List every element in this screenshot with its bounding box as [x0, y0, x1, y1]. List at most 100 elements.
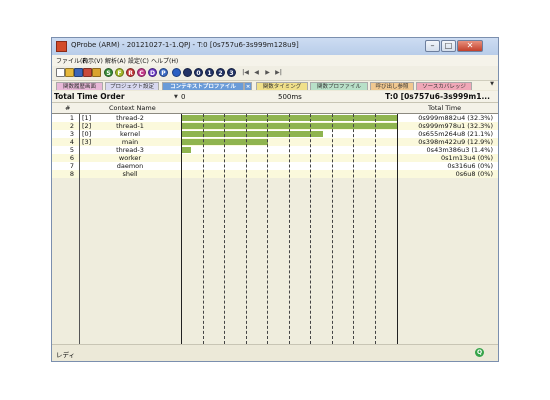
col-header-num[interactable]: #	[65, 104, 70, 112]
toolbar-c-button[interactable]: C	[137, 68, 146, 77]
tab-4[interactable]: 関数タイミング	[256, 82, 308, 90]
total-time-value: 0s1m13u4 (0%)	[441, 154, 493, 162]
column-divider	[79, 114, 80, 344]
row-index: [3]	[82, 138, 92, 146]
row-number: 1	[69, 114, 74, 122]
table-row[interactable]: 2 [2] thread-1 0s999m978u1 (32.3%)	[52, 122, 498, 130]
row-number: 8	[69, 170, 74, 178]
next-icon[interactable]: ▶	[263, 68, 272, 77]
context-name: thread-1	[116, 122, 144, 130]
window-title: QProbe (ARM) - 20121027-1-1.QPJ - T:0 [0…	[71, 41, 299, 49]
total-time-value: 0s999m978u1 (32.3%)	[418, 122, 493, 130]
chevron-down-icon[interactable]: ▼	[174, 94, 178, 100]
time-gridline	[353, 114, 354, 344]
table-row[interactable]: 5 thread-3 0s43m386u3 (1.4%)	[52, 146, 498, 154]
maximize-button[interactable]: □	[441, 40, 456, 52]
total-time-range: T:0 [0s757u6-3s999m1...	[385, 92, 490, 101]
tab-0[interactable]: 関数履歴画面	[56, 82, 103, 90]
lock-icon[interactable]	[92, 68, 101, 77]
profile-grid: 1 [1] thread-2 0s999m882u4 (32.3%) 2 [2] threa…	[52, 114, 498, 344]
status-bar: レディ Q	[52, 344, 498, 361]
toolbar: S F R C D P 0 1 2 3 |◀ ◀ ▶ ▶|	[52, 66, 498, 81]
time-bar	[182, 147, 192, 153]
row-number: 7	[69, 162, 74, 170]
save-icon[interactable]	[74, 68, 83, 77]
tab-7[interactable]: ソースカバレッジ	[416, 82, 472, 90]
close-tab-icon[interactable]: ×	[244, 82, 252, 90]
stop-icon[interactable]	[183, 68, 192, 77]
row-index: [2]	[82, 122, 92, 130]
toolbar-s-button[interactable]: S	[104, 68, 113, 77]
context-name: shell	[122, 170, 138, 178]
status-indicator-icon: Q	[475, 348, 484, 357]
column-divider	[181, 114, 182, 344]
first-icon[interactable]: |◀	[241, 68, 250, 77]
close-button[interactable]: ✕	[457, 40, 483, 52]
menu-analyze[interactable]: 解析(A)	[105, 56, 126, 65]
title-bar[interactable]: QProbe (ARM) - 20121027-1-1.QPJ - T:0 [0…	[52, 38, 498, 55]
tab-scroll-icon[interactable]: ▼	[490, 81, 494, 87]
row-number: 4	[69, 138, 74, 146]
time-gridline	[332, 114, 333, 344]
table-row[interactable]: 8 shell 0s6u8 (0%)	[52, 170, 498, 178]
time-bar	[182, 123, 398, 129]
view-header: Total Time Order ▼ 0 500ms T:0 [0s757u6-…	[52, 91, 498, 103]
toolbar-d-button[interactable]: D	[148, 68, 157, 77]
context-name: daemon	[116, 162, 144, 170]
row-index: [0]	[82, 130, 92, 138]
col-header-context[interactable]: Context Name	[109, 104, 156, 112]
total-time-value: 0s655m264u8 (21.1%)	[418, 130, 493, 138]
tab-2[interactable]: コンテキストプロファイル	[162, 82, 244, 90]
toolbar-1-button[interactable]: 1	[205, 68, 214, 77]
menu-settings[interactable]: 設定(C)	[128, 56, 149, 65]
toolbar-0-button[interactable]: 0	[194, 68, 203, 77]
tab-1[interactable]: プロジェクト設定	[105, 82, 159, 90]
time-gridline	[267, 114, 268, 344]
row-number: 2	[69, 122, 74, 130]
total-time-value: 0s316u6 (0%)	[447, 162, 493, 170]
context-profile-view: Total Time Order ▼ 0 500ms T:0 [0s757u6-…	[52, 91, 498, 344]
total-time-value: 0s398m422u9 (12.9%)	[418, 138, 493, 146]
row-number: 6	[69, 154, 74, 162]
new-doc-icon[interactable]	[56, 68, 65, 77]
toolbar-p-button[interactable]: P	[159, 68, 168, 77]
table-row[interactable]: 4 [3] main 0s398m422u9 (12.9%)	[52, 138, 498, 146]
menu-view[interactable]: 表示(V)	[82, 56, 103, 65]
menu-bar: ファイル(F) 表示(V) 解析(A) 設定(C) ヘルプ(H)	[52, 55, 498, 66]
column-header: # Context Name Total Time	[52, 103, 498, 114]
minimize-button[interactable]: –	[425, 40, 440, 52]
tab-5[interactable]: 関数プロファイル	[310, 82, 368, 90]
toolbar-r-button[interactable]: R	[126, 68, 135, 77]
open-folder-icon[interactable]	[65, 68, 74, 77]
last-icon[interactable]: ▶|	[274, 68, 283, 77]
total-time-value: 0s6u8 (0%)	[455, 170, 493, 178]
prev-icon[interactable]: ◀	[252, 68, 261, 77]
row-index: [1]	[82, 114, 92, 122]
time-scale-mid: 500ms	[278, 93, 302, 101]
order-dropdown[interactable]: Total Time Order	[54, 92, 180, 101]
context-name: thread-3	[116, 146, 144, 154]
table-row[interactable]: 3 [0] kernel 0s655m264u8 (21.1%)	[52, 130, 498, 138]
time-bar	[182, 115, 398, 121]
app-window: QProbe (ARM) - 20121027-1-1.QPJ - T:0 [0…	[51, 37, 499, 362]
context-name: main	[121, 138, 139, 146]
tab-6[interactable]: 呼び出し参照	[370, 82, 414, 90]
chart-icon[interactable]	[83, 68, 92, 77]
table-row[interactable]: 7 daemon 0s316u6 (0%)	[52, 162, 498, 170]
col-header-total[interactable]: Total Time	[428, 104, 461, 112]
toolbar-f-button[interactable]: F	[115, 68, 124, 77]
menu-help[interactable]: ヘルプ(H)	[151, 56, 178, 65]
total-time-value: 0s43m386u3 (1.4%)	[426, 146, 493, 154]
toolbar-2-button[interactable]: 2	[216, 68, 225, 77]
toolbar-3-button[interactable]: 3	[227, 68, 236, 77]
row-number: 5	[69, 146, 74, 154]
record-icon[interactable]	[172, 68, 181, 77]
row-number: 3	[69, 130, 74, 138]
app-icon	[56, 41, 67, 52]
context-name: kernel	[119, 130, 141, 138]
column-divider	[397, 114, 398, 344]
table-row[interactable]: 6 worker 0s1m13u4 (0%)	[52, 154, 498, 162]
tab-bar: 関数履歴画面 プロジェクト設定 コンテキストプロファイル × 関数タイミング 関数プロファ…	[52, 81, 498, 90]
table-row[interactable]: 1 [1] thread-2 0s999m882u4 (32.3%)	[52, 114, 498, 122]
time-gridline	[224, 114, 225, 344]
